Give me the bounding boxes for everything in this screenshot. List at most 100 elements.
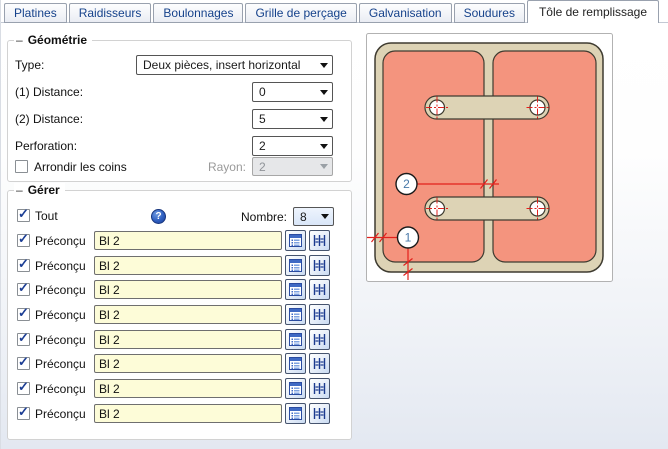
arrondir-les-coins-checkbox[interactable] xyxy=(15,160,28,173)
tab-grille-de-percage[interactable]: Grille de perçage xyxy=(245,3,356,23)
plate-name-input[interactable] xyxy=(94,231,282,250)
chevron-down-icon xyxy=(316,144,332,149)
rayon-combobox: 2 xyxy=(252,157,333,176)
plate-name-input[interactable] xyxy=(94,305,282,324)
tab-tole-de-remplissage[interactable]: Tôle de remplissage xyxy=(527,0,659,23)
select-from-library-button[interactable] xyxy=(285,403,306,424)
nombre-label: Nombre: xyxy=(229,210,287,224)
tab-content: – Géométrie Type: Deux pièces, insert ho… xyxy=(1,24,668,449)
tout-checkbox[interactable]: ✓ xyxy=(17,209,30,222)
plate-name-input[interactable] xyxy=(94,379,282,398)
marker-1-label: 1 xyxy=(405,231,412,245)
chevron-down-icon xyxy=(316,63,332,68)
plate-name-input[interactable] xyxy=(94,256,282,275)
table-list-icon xyxy=(289,407,302,420)
preconcu-label: Préconçu xyxy=(35,234,86,248)
preconcu-label: Préconçu xyxy=(35,382,86,396)
rayon-label: Rayon: xyxy=(186,160,246,174)
spacing-button[interactable] xyxy=(309,304,330,325)
perforation-value: 2 xyxy=(253,139,316,153)
spacing-button[interactable] xyxy=(309,279,330,300)
preconcu-checkbox[interactable]: ✓ xyxy=(17,407,30,420)
distribute-spacing-icon xyxy=(313,283,326,296)
distribute-spacing-icon xyxy=(313,407,326,420)
select-from-library-button[interactable] xyxy=(285,304,306,325)
preconcu-checkbox[interactable]: ✓ xyxy=(17,382,30,395)
preconcu-label: Préconçu xyxy=(35,333,86,347)
preconcu-checkbox[interactable]: ✓ xyxy=(17,308,30,321)
distribute-spacing-icon xyxy=(313,259,326,272)
select-from-library-button[interactable] xyxy=(285,255,306,276)
tout-label: Tout xyxy=(35,209,58,223)
plate-name-input[interactable] xyxy=(94,354,282,373)
table-list-icon xyxy=(289,234,302,247)
collapse-icon[interactable]: – xyxy=(16,183,23,197)
distance1-combobox[interactable]: 0 xyxy=(252,82,333,102)
preconcu-label: Préconçu xyxy=(35,308,86,322)
chevron-down-icon xyxy=(316,117,332,122)
table-list-icon xyxy=(289,259,302,272)
filler-piece-left xyxy=(383,51,484,262)
help-icon[interactable]: ? xyxy=(151,209,166,224)
preconcu-label: Préconçu xyxy=(35,407,86,421)
type-value: Deux pièces, insert horizontal xyxy=(137,58,316,72)
chevron-down-icon xyxy=(316,164,332,169)
spacing-button[interactable] xyxy=(309,353,330,374)
tab-strip: Platines Raidisseurs Boulonnages Grille … xyxy=(1,0,668,24)
preconcu-checkbox[interactable]: ✓ xyxy=(17,234,30,247)
select-from-library-button[interactable] xyxy=(285,230,306,251)
rayon-value: 2 xyxy=(253,160,316,174)
nombre-combobox[interactable]: 8 xyxy=(293,207,334,226)
distribute-spacing-icon xyxy=(313,382,326,395)
preconcu-checkbox[interactable]: ✓ xyxy=(17,259,30,272)
chevron-down-icon xyxy=(317,214,333,219)
groupbox-geometrie-title: Géométrie xyxy=(28,33,87,47)
preconcu-checkbox[interactable]: ✓ xyxy=(17,283,30,296)
tab-soudures[interactable]: Soudures xyxy=(454,3,525,23)
preconcu-checkbox[interactable]: ✓ xyxy=(17,357,30,370)
distribute-spacing-icon xyxy=(313,357,326,370)
distance1-label: (1) Distance: xyxy=(15,85,83,99)
select-from-library-button[interactable] xyxy=(285,279,306,300)
marker-2-label: 2 xyxy=(403,177,410,191)
type-combobox[interactable]: Deux pièces, insert horizontal xyxy=(136,55,333,75)
filler-piece-right xyxy=(493,51,596,262)
distance1-value: 0 xyxy=(253,85,316,99)
distribute-spacing-icon xyxy=(313,333,326,346)
spacing-button[interactable] xyxy=(309,329,330,350)
spacing-button[interactable] xyxy=(309,255,330,276)
table-list-icon xyxy=(289,333,302,346)
tab-platines[interactable]: Platines xyxy=(4,3,67,23)
select-from-library-button[interactable] xyxy=(285,353,306,374)
plate-name-input[interactable] xyxy=(94,280,282,299)
distance2-value: 5 xyxy=(253,112,316,126)
dialog: Platines Raidisseurs Boulonnages Grille … xyxy=(0,0,668,449)
plate-preview-diagram: 2 1 xyxy=(366,33,613,282)
chevron-down-icon xyxy=(316,90,332,95)
preconcu-checkbox[interactable]: ✓ xyxy=(17,333,30,346)
spacing-button[interactable] xyxy=(309,230,330,251)
select-from-library-button[interactable] xyxy=(285,329,306,350)
plate-name-input[interactable] xyxy=(94,404,282,423)
preconcu-label: Préconçu xyxy=(35,283,86,297)
plate-name-input[interactable] xyxy=(94,330,282,349)
distance2-combobox[interactable]: 5 xyxy=(252,109,333,129)
spacing-button[interactable] xyxy=(309,378,330,399)
table-list-icon xyxy=(289,283,302,296)
perforation-combobox[interactable]: 2 xyxy=(252,136,333,156)
collapse-icon[interactable]: – xyxy=(16,33,23,47)
tab-raidisseurs[interactable]: Raidisseurs xyxy=(69,3,152,23)
spacing-button[interactable] xyxy=(309,403,330,424)
tab-boulonnages[interactable]: Boulonnages xyxy=(153,3,243,23)
preconcu-label: Préconçu xyxy=(35,357,86,371)
tab-galvanisation[interactable]: Galvanisation xyxy=(359,3,452,23)
distribute-spacing-icon xyxy=(313,234,326,247)
nombre-value: 8 xyxy=(294,210,317,224)
table-list-icon xyxy=(289,382,302,395)
groupbox-gerer-title: Gérer xyxy=(28,183,60,197)
select-from-library-button[interactable] xyxy=(285,378,306,399)
table-list-icon xyxy=(289,357,302,370)
preconcu-label: Préconçu xyxy=(35,259,86,273)
table-list-icon xyxy=(289,308,302,321)
perforation-label: Perforation: xyxy=(15,139,77,153)
